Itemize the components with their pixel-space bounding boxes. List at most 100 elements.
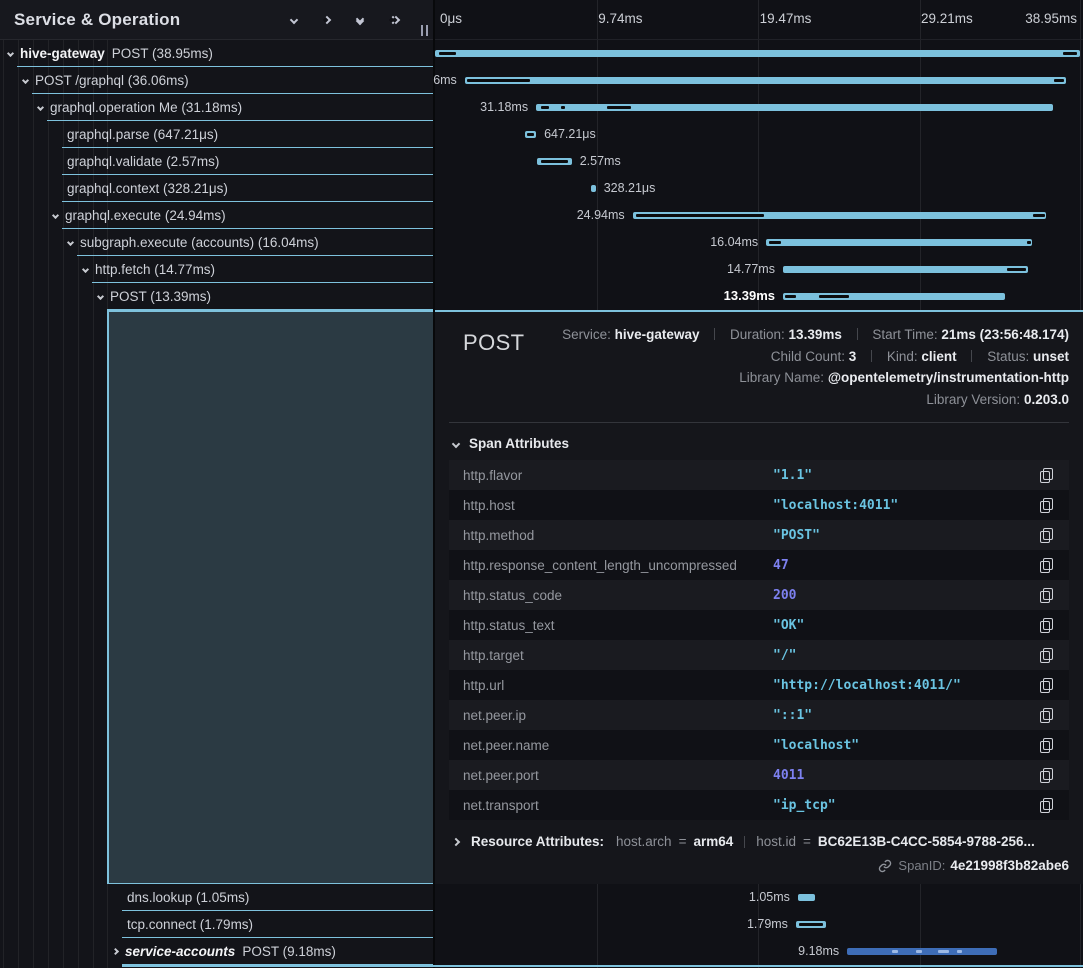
attribute-row[interactable]: net.peer.ip "::1" (449, 700, 1069, 730)
attribute-value: "localhost" (773, 738, 859, 753)
expander-icon[interactable] (22, 77, 29, 84)
attribute-row[interactable]: net.peer.port 4011 (449, 760, 1069, 790)
span-bar[interactable] (591, 185, 596, 192)
tree-row[interactable]: subgraph.execute (accounts) (16.04ms) (0, 229, 433, 256)
copy-icon[interactable] (1040, 768, 1053, 783)
attribute-key: net.peer.port (463, 768, 773, 783)
resource-key: host.id (756, 834, 796, 849)
timeline-row[interactable]: 9.18ms (435, 938, 1083, 965)
collapse-all-icon[interactable] (357, 16, 363, 24)
copy-icon[interactable] (1040, 558, 1053, 573)
duration-label: 1.05ms (749, 890, 790, 904)
expander-icon[interactable] (37, 104, 44, 111)
copy-icon[interactable] (1040, 498, 1053, 513)
copy-icon[interactable] (1040, 528, 1053, 543)
expander-icon[interactable] (112, 948, 119, 955)
attribute-value: 200 (773, 588, 796, 603)
expander-icon[interactable] (97, 293, 104, 300)
timeline-ruler[interactable]: 0μs 9.74ms 19.47ms 29.21ms 38.95ms (435, 0, 1083, 40)
timeline-row[interactable]: 6ms (435, 67, 1083, 94)
tree-row[interactable]: tcp.connect (1.79ms) (0, 911, 433, 938)
tree-row[interactable]: graphql.operation Me (31.18ms) (0, 94, 433, 121)
meta-value: 0.203.0 (1024, 392, 1069, 407)
tree-row[interactable]: graphql.execute (24.94ms) (0, 202, 433, 229)
attribute-row[interactable]: net.transport "ip_tcp" (449, 790, 1069, 820)
expander-icon[interactable] (67, 239, 74, 246)
attribute-key: http.status_code (463, 588, 773, 603)
expand-all-icon[interactable] (390, 17, 399, 23)
tree-row[interactable]: http.fetch (14.77ms) (0, 256, 433, 283)
expander-icon[interactable] (7, 50, 14, 57)
chevron-down-icon[interactable] (290, 15, 298, 23)
column-resizer-handle[interactable] (421, 25, 428, 36)
expander-icon[interactable] (52, 212, 59, 219)
attribute-row[interactable]: http.status_code 200 (449, 580, 1069, 610)
axis-tick: 29.21ms (921, 11, 973, 26)
attribute-value: "1.1" (773, 468, 812, 483)
expander-icon[interactable] (82, 266, 89, 273)
attribute-value: "http://localhost:4011/" (773, 678, 961, 693)
attribute-row[interactable]: http.flavor "1.1" (449, 460, 1069, 490)
duration-label: 2.57ms (580, 154, 621, 168)
span-attributes-title: Span Attributes (469, 436, 569, 451)
span-bar[interactable] (465, 77, 1066, 84)
span-id-row: SpanID:4e21998f3b82abe6 (449, 858, 1069, 873)
attribute-row[interactable]: http.status_text "OK" (449, 610, 1069, 640)
divider (744, 836, 745, 848)
timeline-row[interactable]: 1.05ms (435, 884, 1083, 911)
timeline-row[interactable]: 16.04ms (435, 229, 1083, 256)
span-bar[interactable] (798, 894, 815, 901)
attribute-row[interactable]: http.url "http://localhost:4011/" (449, 670, 1069, 700)
span-attributes-table: http.flavor "1.1" http.host "localhost:4… (449, 460, 1069, 820)
span-bar[interactable] (783, 266, 1028, 273)
tree-row[interactable]: dns.lookup (1.05ms) (0, 884, 433, 911)
span-bar[interactable] (783, 293, 1005, 300)
chevron-right-icon[interactable] (323, 15, 331, 23)
span-tree-column: Service & Operation hive-gateway POST (3… (0, 0, 435, 968)
timeline-row[interactable]: 2.57ms (435, 148, 1083, 175)
span-label: http.fetch (14.77ms) (95, 262, 215, 277)
span-bar[interactable] (766, 239, 1032, 246)
tree-row[interactable]: service-accounts POST (9.18ms) (0, 938, 433, 965)
tree-row[interactable]: graphql.parse (647.21μs) (0, 121, 433, 148)
copy-icon[interactable] (1040, 708, 1053, 723)
tree-row[interactable]: graphql.validate (2.57ms) (0, 148, 433, 175)
timeline-row[interactable]: 14.77ms (435, 256, 1083, 283)
span-attributes-toggle[interactable]: Span Attributes (453, 436, 1069, 451)
timeline-row[interactable]: 24.94ms (435, 202, 1083, 229)
copy-icon[interactable] (1040, 618, 1053, 633)
attribute-row[interactable]: http.target "/" (449, 640, 1069, 670)
attribute-key: net.peer.ip (463, 708, 773, 723)
link-icon[interactable] (878, 859, 892, 873)
tree-row[interactable]: hive-gateway POST (38.95ms) (0, 40, 433, 67)
resource-attributes-toggle[interactable]: Resource Attributes: host.arch = arm64 h… (453, 834, 1069, 849)
timeline-row[interactable]: 647.21μs (435, 121, 1083, 148)
timeline-row-selected[interactable]: 13.39ms (435, 283, 1083, 310)
timeline-row[interactable]: 328.21μs (435, 175, 1083, 202)
copy-icon[interactable] (1040, 648, 1053, 663)
attribute-key: net.peer.name (463, 738, 773, 753)
span-label: graphql.execute (24.94ms) (65, 208, 226, 223)
timeline-row[interactable]: 1.79ms (435, 911, 1083, 938)
copy-icon[interactable] (1040, 678, 1053, 693)
copy-icon[interactable] (1040, 588, 1053, 603)
span-bar[interactable] (435, 50, 1080, 57)
duration-label: 31.18ms (480, 100, 528, 114)
copy-icon[interactable] (1040, 468, 1053, 483)
attribute-row[interactable]: net.peer.name "localhost" (449, 730, 1069, 760)
bar-mark (938, 950, 948, 953)
attribute-row[interactable]: http.host "localhost:4011" (449, 490, 1069, 520)
attribute-row[interactable]: http.response_content_length_uncompresse… (449, 550, 1069, 580)
attribute-row[interactable]: http.method "POST" (449, 520, 1069, 550)
copy-icon[interactable] (1040, 798, 1053, 813)
bar-mark (1063, 52, 1077, 55)
span-bar[interactable] (847, 948, 997, 955)
timeline-row[interactable] (435, 40, 1083, 67)
tree-row[interactable]: POST /graphql (36.06ms) (0, 67, 433, 94)
chevron-down-icon (452, 439, 460, 447)
timeline-row[interactable]: 31.18ms (435, 94, 1083, 121)
tree-row[interactable]: graphql.context (328.21μs) (0, 175, 433, 202)
copy-icon[interactable] (1040, 738, 1053, 753)
bar-mark (1054, 79, 1064, 82)
tree-row-selected[interactable]: POST (13.39ms) (0, 283, 433, 310)
